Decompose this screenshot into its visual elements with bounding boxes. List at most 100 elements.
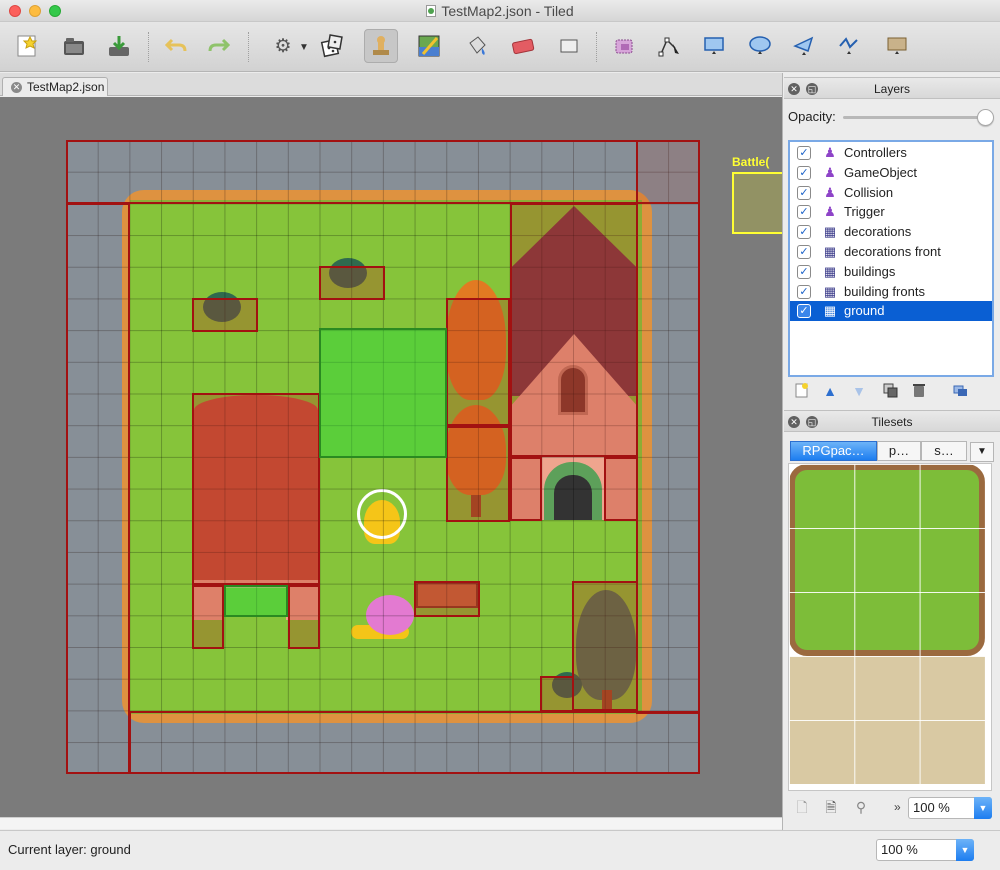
insert-tile-button[interactable] <box>880 29 914 63</box>
layer-visibility-checkbox[interactable]: ✓ <box>797 264 811 279</box>
tile-layer-icon: ▦ <box>823 303 837 319</box>
collision-tree-right[interactable] <box>572 581 638 711</box>
edit-polygons-button[interactable] <box>652 29 686 63</box>
layer-row[interactable]: ✓ ▦ decorations front <box>790 242 992 262</box>
bucket-fill-button[interactable] <box>460 29 494 63</box>
collision-bottom[interactable] <box>129 711 700 774</box>
collision-bush[interactable] <box>192 298 258 332</box>
commands-button[interactable]: ⚙ <box>266 29 300 63</box>
rectangle-icon <box>704 37 724 54</box>
polyline-icon <box>839 37 858 54</box>
collision-bush[interactable] <box>319 266 385 300</box>
insert-polygon-button[interactable] <box>787 29 821 63</box>
new-layer-icon[interactable] <box>793 382 811 400</box>
title-bar: TestMap2.json - Tiled <box>0 0 1000 22</box>
battle-object[interactable] <box>732 172 782 234</box>
opacity-slider[interactable] <box>843 116 991 119</box>
collision-top[interactable] <box>66 140 700 204</box>
tileset-tab-p[interactable]: p… <box>877 441 921 461</box>
map-zoom-combo[interactable]: 100 % ▼ <box>876 839 974 861</box>
layer-row[interactable]: ✓ ▦ buildings <box>790 262 992 282</box>
rect-select-button[interactable] <box>552 29 586 63</box>
eraser-button[interactable] <box>506 29 540 63</box>
import-tileset-icon[interactable]: 🗎 <box>822 798 840 816</box>
layer-row[interactable]: ✓ ♟ Collision <box>790 183 992 203</box>
tileset-zoom-combo[interactable]: 100 % ▼ <box>908 797 992 819</box>
toolbar-separator <box>148 32 149 62</box>
dice-icon <box>320 34 343 58</box>
layer-row[interactable]: ✓ ♟ Controllers <box>790 143 992 163</box>
new-map-button[interactable] <box>10 29 44 63</box>
zoom-expand-icon[interactable]: » <box>894 800 901 814</box>
object-layer-icon: ♟ <box>824 164 836 180</box>
terrain-brush-button[interactable] <box>412 29 446 63</box>
collision-left[interactable] <box>66 203 130 774</box>
collision-tree[interactable] <box>446 298 510 426</box>
layer-visibility-checkbox[interactable]: ✓ <box>797 245 811 259</box>
layer-list[interactable]: ✓ ♟ Controllers ✓ ♟ GameObject ✓ ♟ Collision ✓ ♟ Tr… <box>788 140 994 377</box>
layer-row[interactable]: ✓ ▦ ground <box>790 301 992 322</box>
collision-house[interactable] <box>510 203 638 457</box>
insert-ellipse-button[interactable] <box>743 29 777 63</box>
commands-dropdown-icon[interactable]: ▼ <box>299 42 309 53</box>
collision-right[interactable] <box>636 140 700 714</box>
tileset-tab-s[interactable]: s… <box>921 441 967 461</box>
save-button[interactable] <box>102 29 136 63</box>
layer-visibility-checkbox[interactable]: ✓ <box>797 165 811 180</box>
layer-visibility-checkbox[interactable]: ✓ <box>797 185 811 200</box>
tileset-properties-icon[interactable]: ⚲ <box>852 798 870 816</box>
tile-map[interactable] <box>66 140 700 774</box>
layer-name: Collision <box>844 184 894 200</box>
collision-barn-left[interactable] <box>192 585 224 649</box>
tileset-tabs-more-button[interactable]: ▼ <box>970 442 994 462</box>
show-hide-others-icon[interactable] <box>951 382 969 400</box>
layer-row[interactable]: ✓ ♟ GameObject <box>790 163 992 183</box>
insert-rectangle-button[interactable] <box>697 29 731 63</box>
trigger-center[interactable] <box>319 328 447 458</box>
collision-house-left[interactable] <box>510 457 542 521</box>
layer-name: building fronts <box>844 283 925 299</box>
opacity-slider-handle[interactable] <box>977 109 994 126</box>
trigger-barn[interactable] <box>224 585 288 617</box>
new-tileset-icon[interactable]: 🗋 <box>793 798 811 816</box>
random-mode-button[interactable] <box>315 29 349 63</box>
lower-layer-icon[interactable]: ▼ <box>850 382 868 400</box>
redo-icon <box>208 38 230 52</box>
collision-barn-right[interactable] <box>288 585 320 649</box>
collision-bench[interactable] <box>414 581 480 617</box>
chevron-down-icon[interactable]: ▼ <box>974 797 992 819</box>
collision-tree-lower[interactable] <box>446 426 510 522</box>
duplicate-layer-icon[interactable] <box>881 382 899 400</box>
tab-testmap2[interactable]: ✕ TestMap2.json <box>2 77 108 96</box>
undo-button[interactable] <box>159 29 193 63</box>
tileset-view[interactable] <box>788 463 992 791</box>
window-title-text: TestMap2.json - Tiled <box>441 3 574 19</box>
new-document-icon <box>17 35 38 57</box>
layer-row[interactable]: ✓ ♟ Trigger <box>790 202 992 222</box>
close-tab-icon[interactable]: ✕ <box>11 82 22 93</box>
layer-visibility-checkbox[interactable]: ✓ <box>797 205 811 220</box>
layer-row[interactable]: ✓ ▦ decorations <box>790 222 992 242</box>
layer-name: decorations <box>844 224 912 240</box>
select-same-tile-button[interactable] <box>607 29 641 63</box>
layer-visibility-checkbox[interactable]: ✓ <box>797 146 811 160</box>
tab-label: TestMap2.json <box>27 80 105 94</box>
layer-visibility-checkbox[interactable]: ✓ <box>797 284 811 299</box>
layer-row[interactable]: ✓ ▦ building fronts <box>790 282 992 302</box>
raise-layer-icon[interactable]: ▲ <box>821 382 839 400</box>
layer-visibility-checkbox[interactable]: ✓ <box>797 225 811 240</box>
collision-barn[interactable] <box>192 393 320 585</box>
stamp-brush-button[interactable] <box>364 29 398 63</box>
tileset-tab-rpgpack[interactable]: RPGpac… <box>790 441 877 461</box>
insert-polyline-button[interactable] <box>832 29 866 63</box>
collision-bush-small[interactable] <box>540 676 574 712</box>
redo-button[interactable] <box>202 29 236 63</box>
open-button[interactable] <box>57 29 91 63</box>
horizontal-scrollbar[interactable] <box>0 817 782 829</box>
delete-layer-icon[interactable] <box>910 382 928 400</box>
collision-house-right[interactable] <box>604 457 638 521</box>
tilesets-panel-title: Tilesets <box>871 415 913 429</box>
layer-visibility-checkbox[interactable]: ✓ <box>797 304 811 319</box>
map-viewport[interactable]: Battle( <box>0 97 782 817</box>
chevron-down-icon[interactable]: ▼ <box>956 839 974 861</box>
